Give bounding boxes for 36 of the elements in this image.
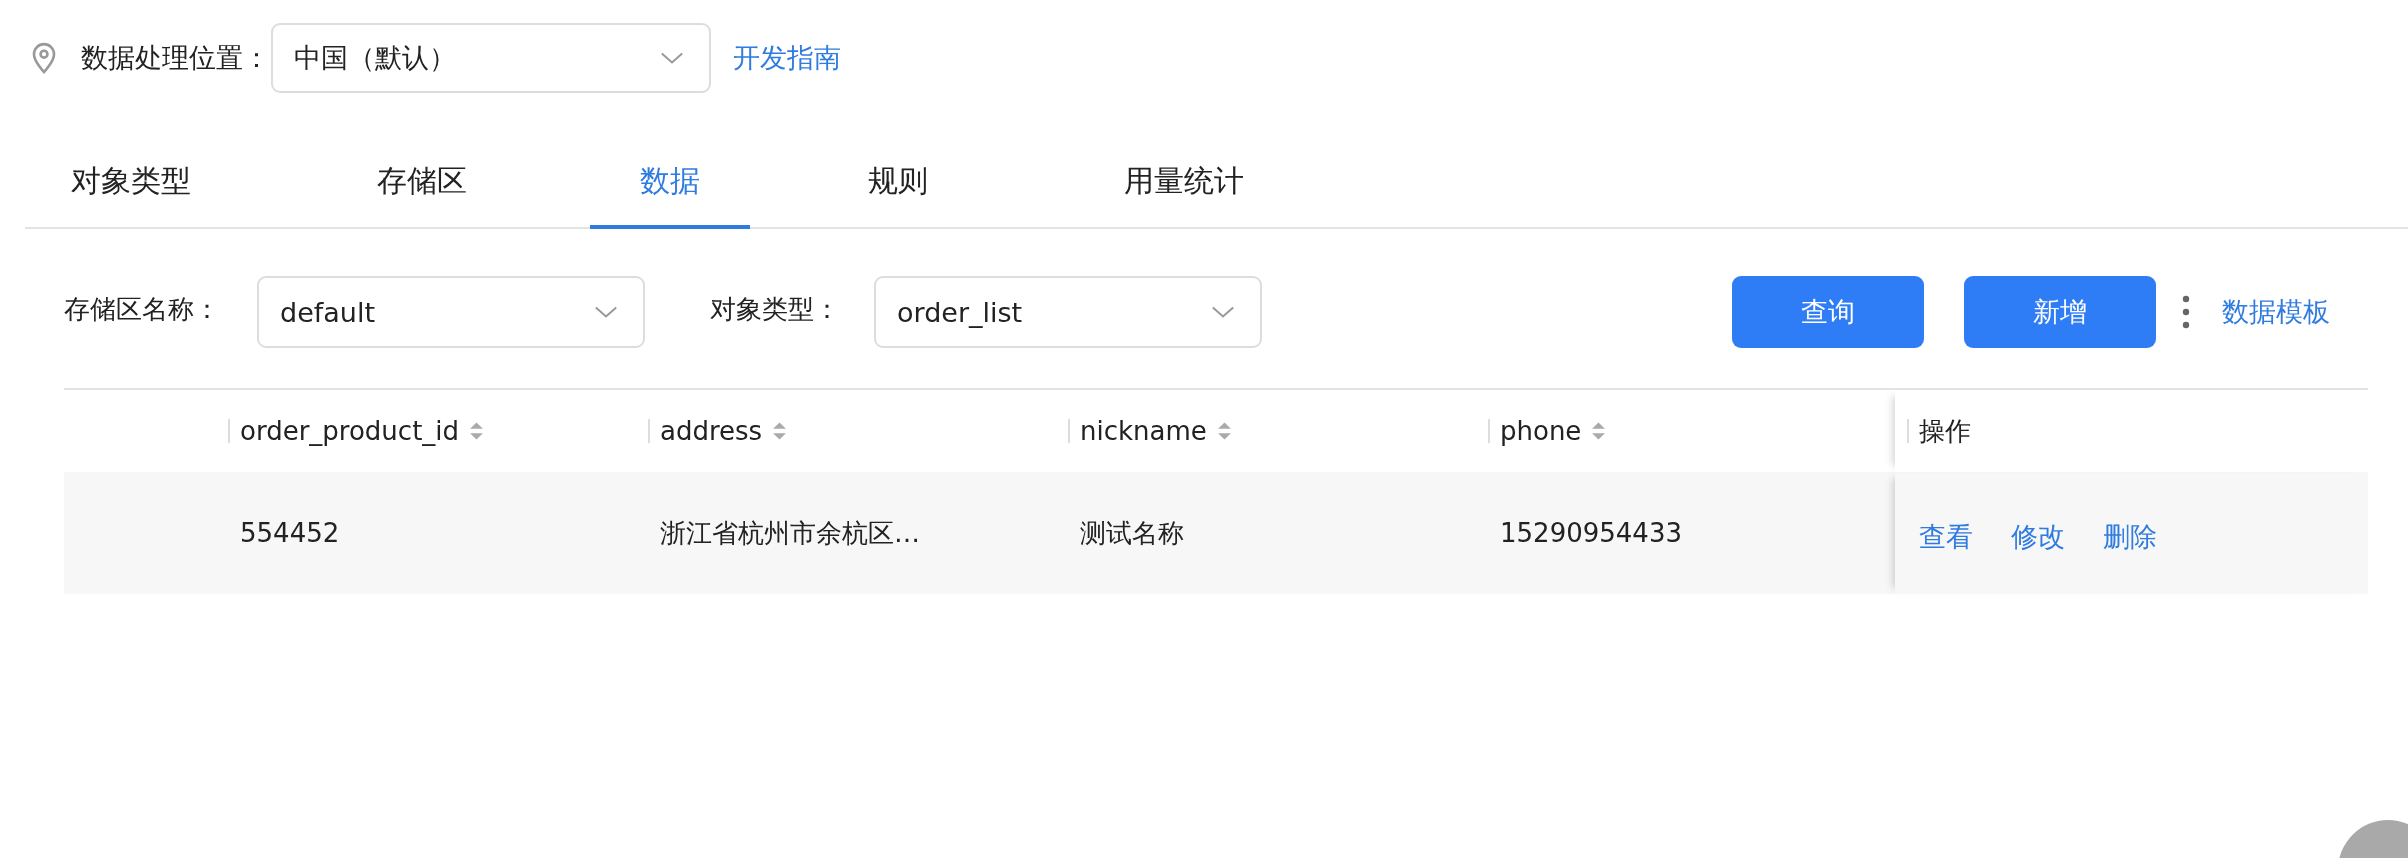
column-header: 操作 — [1895, 390, 2368, 472]
dropdown-field[interactable]: order_list — [874, 276, 1262, 348]
chevron-down-icon — [659, 51, 685, 65]
dropdown-field[interactable]: default — [257, 276, 645, 348]
chevron-down-icon — [1210, 305, 1236, 319]
sort-icon — [469, 421, 485, 441]
tab[interactable]: 存储区 — [329, 150, 515, 229]
tab[interactable]: 规则 — [820, 150, 976, 229]
chevron-down-icon — [593, 305, 619, 319]
primary-button[interactable]: 新增 — [1964, 276, 2156, 348]
location-pin-icon — [31, 41, 57, 75]
action-link[interactable]: 查看 — [1919, 519, 1973, 555]
template-link[interactable]: 数据模板 — [2222, 294, 2330, 330]
column-header[interactable]: nickname — [1056, 390, 1476, 472]
field-label: 数据处理位置： — [81, 41, 271, 75]
more-icon[interactable] — [2182, 295, 2190, 329]
table-cell: 15290954433 — [1500, 518, 1682, 548]
table-cell-text: 测试名称 — [1080, 516, 1184, 550]
column-header[interactable]: phone — [1476, 390, 1895, 472]
table-cell-text: 浙江省杭州市余杭区… — [660, 516, 920, 550]
action-link[interactable]: 修改 — [2011, 519, 2065, 555]
column-header[interactable]: address — [636, 390, 1056, 472]
dropdown-field[interactable]: 中国（默认） — [271, 23, 711, 93]
action-link[interactable]: 删除 — [2103, 519, 2157, 555]
field-label: 存储区名称： — [64, 292, 221, 326]
field-label: 对象类型： — [710, 292, 841, 326]
column-header[interactable]: order_product_id — [216, 390, 636, 472]
guide-link[interactable]: 开发指南 — [733, 40, 841, 76]
sort-icon — [772, 421, 788, 441]
tab[interactable]: 数据 — [590, 150, 750, 229]
primary-button[interactable]: 查询 — [1732, 276, 1924, 348]
sort-icon — [1216, 421, 1232, 441]
table-cell: 554452 — [240, 518, 340, 548]
sort-icon — [1591, 421, 1607, 441]
tab[interactable]: 对象类型 — [25, 150, 239, 229]
tab[interactable]: 用量统计 — [1076, 150, 1292, 229]
